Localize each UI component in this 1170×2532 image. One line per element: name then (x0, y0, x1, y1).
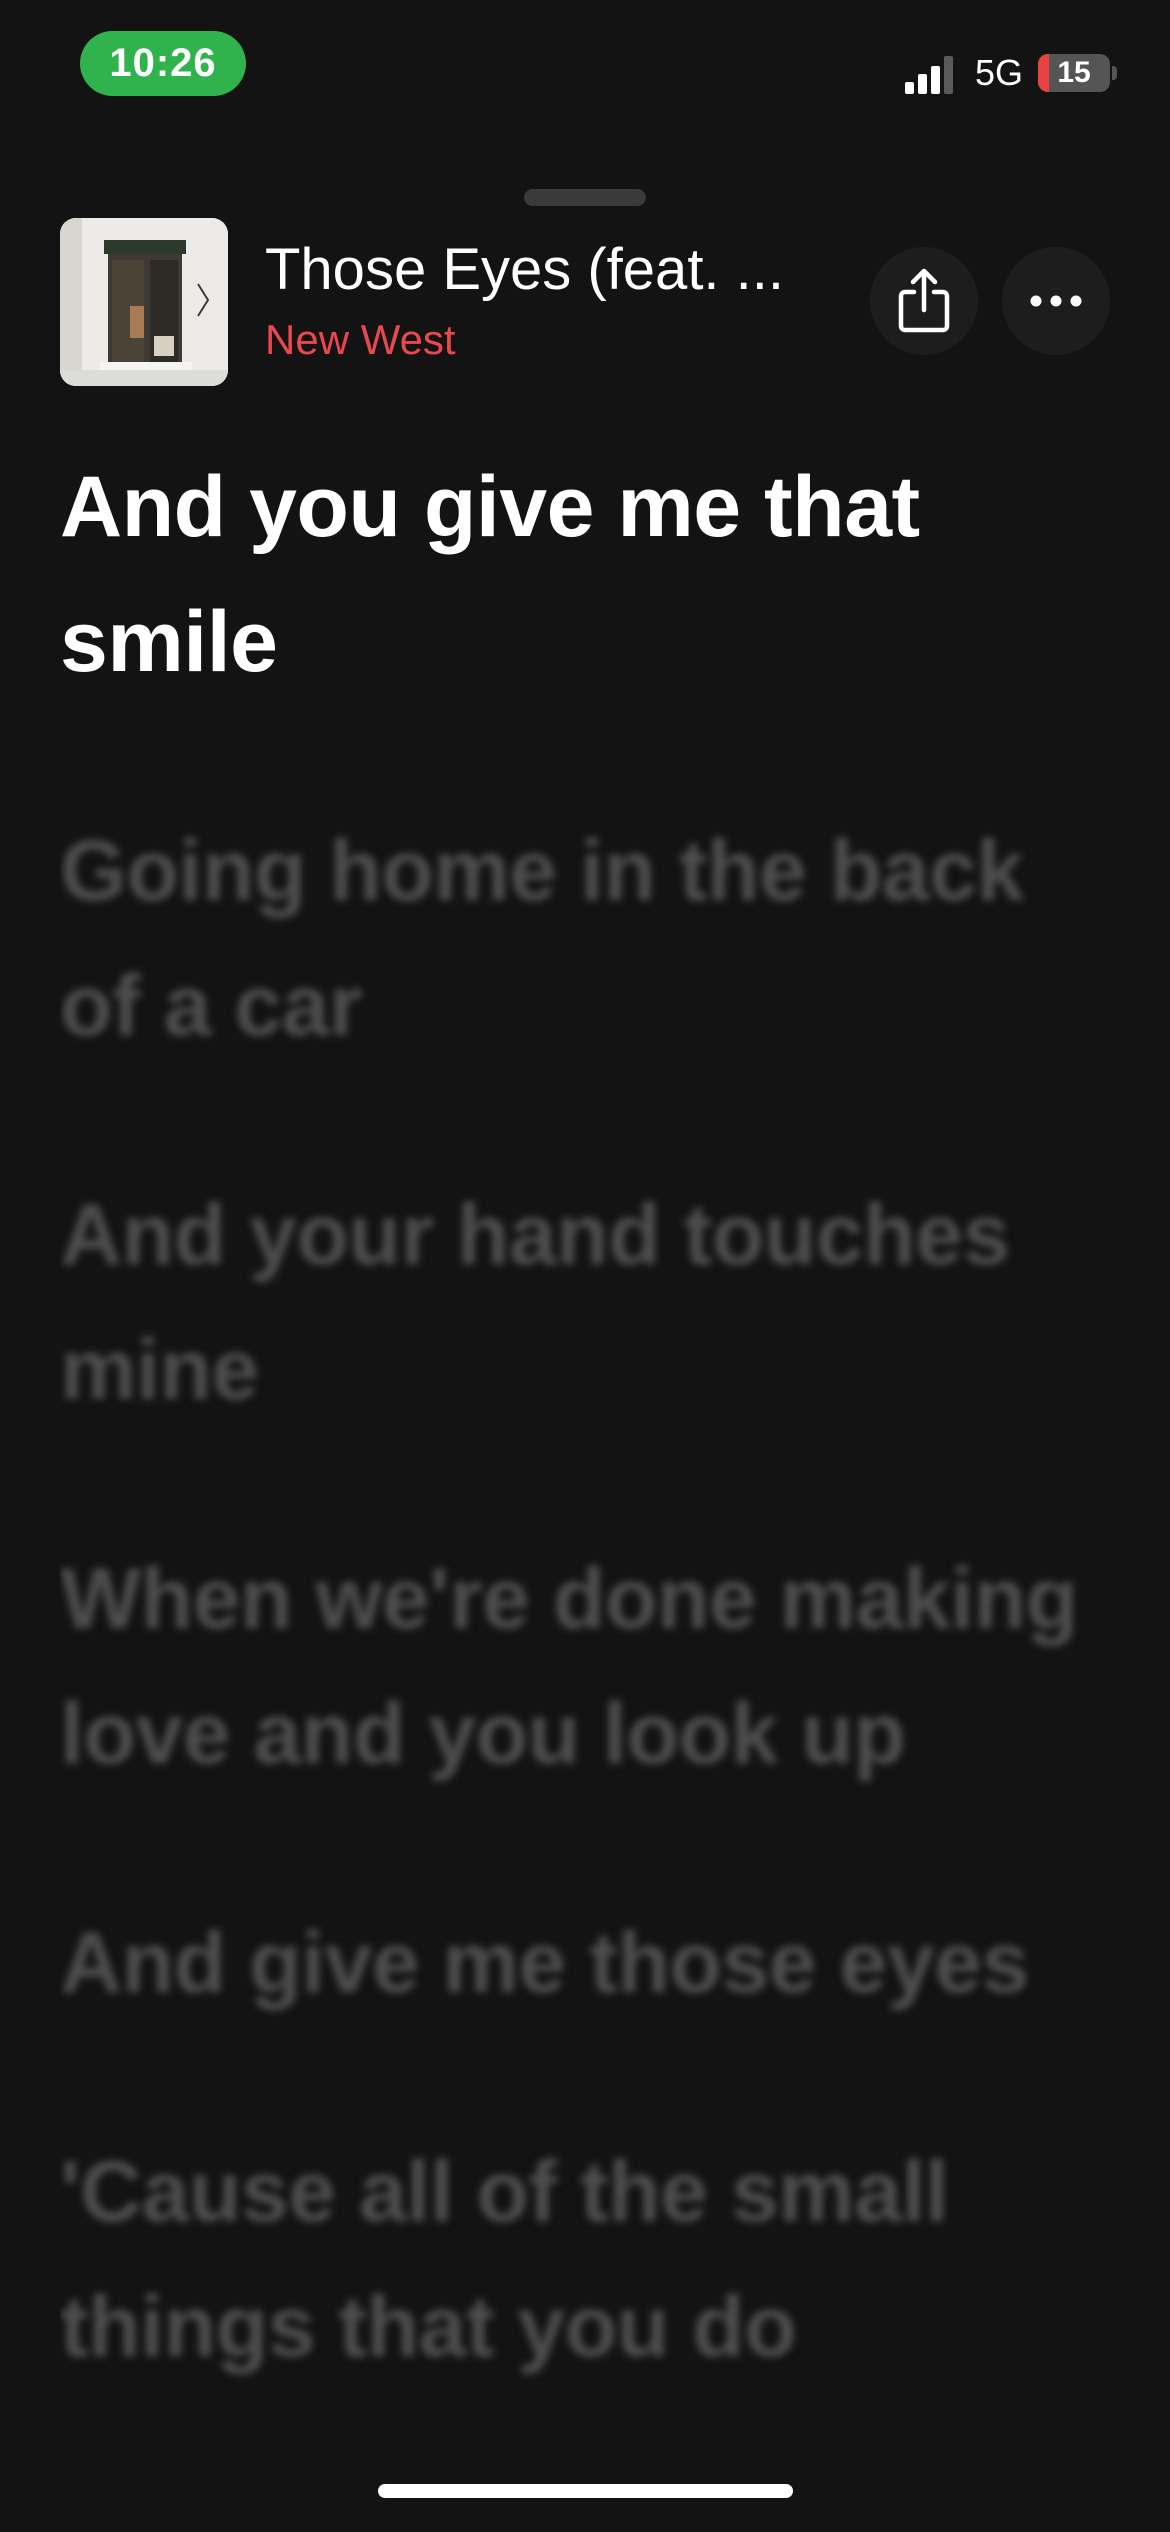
status-time[interactable]: 10:26 (80, 31, 246, 96)
battery-cap (1112, 66, 1117, 80)
ellipsis-icon (1030, 295, 1082, 307)
sheet-grabber-handle[interactable] (524, 189, 646, 206)
album-artwork-image (60, 218, 228, 386)
battery-icon: 15 (1038, 54, 1110, 92)
network-type: 5G (975, 52, 1024, 93)
lyric-line[interactable]: 'Cause all of the small things that you … (60, 2125, 1120, 2395)
artist-name[interactable]: New West (265, 316, 456, 364)
lyric-line[interactable]: When we're done making love and you look… (60, 1532, 1120, 1802)
lyric-line-current[interactable]: And you give me that smile (60, 440, 1120, 710)
lyric-line[interactable]: Going home in the back of a car (60, 804, 1120, 1074)
lyric-line[interactable]: And give me those eyes (60, 1896, 1120, 2031)
share-icon (898, 268, 950, 333)
share-button[interactable] (870, 247, 978, 355)
lyric-line[interactable]: And your hand touches mine (60, 1168, 1120, 1438)
home-indicator[interactable] (378, 2484, 793, 2498)
cellular-signal-icon (905, 56, 953, 94)
lyrics-view[interactable]: And you give me that smile Going home in… (60, 440, 1120, 2460)
song-title[interactable]: Those Eyes (feat. ... (265, 236, 785, 303)
more-options-button[interactable] (1002, 247, 1110, 355)
battery-percentage: 15 (1057, 56, 1091, 89)
album-artwork[interactable] (60, 218, 228, 386)
status-bar: 10:26 5G 15 (0, 0, 1170, 130)
